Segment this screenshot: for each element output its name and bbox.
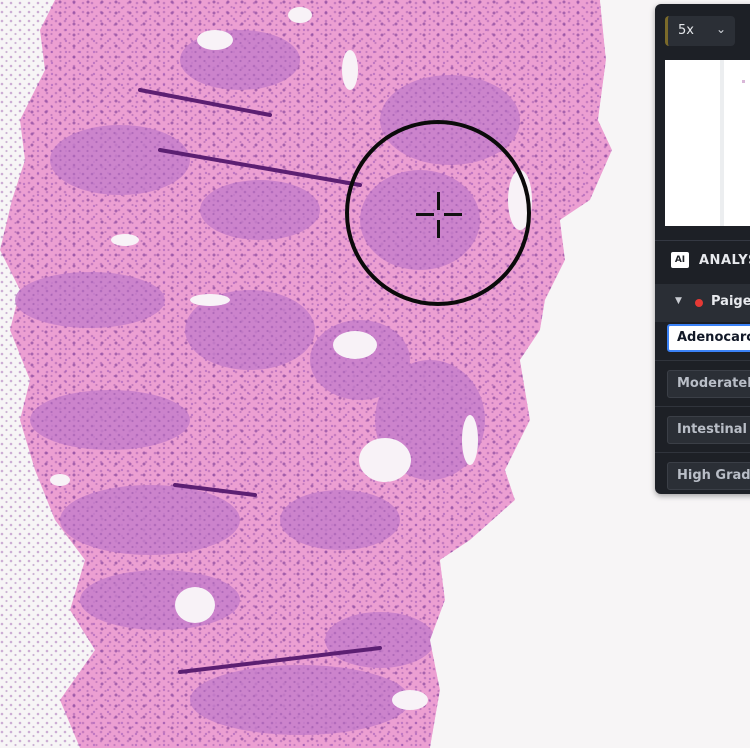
analysis-title: ANALYSIS xyxy=(699,253,750,268)
divider xyxy=(655,360,750,361)
zoom-control: 5x ⌄ xyxy=(665,14,750,50)
result-moderately-differentiated[interactable]: Moderately Differentiated xyxy=(667,370,750,398)
tissue-image xyxy=(0,0,750,748)
caret-down-icon[interactable]: ▼ xyxy=(675,296,682,306)
result-label: Adenocarcinoma xyxy=(677,330,750,345)
thumbnail-divider xyxy=(720,60,724,226)
crosshair-icon xyxy=(416,192,462,238)
result-label: Intestinal Type xyxy=(677,422,750,437)
result-intestinal-type[interactable]: Intestinal Type xyxy=(667,416,750,444)
result-label: Moderately Differentiated xyxy=(677,376,750,391)
zoom-value: 5x xyxy=(678,23,694,38)
analysis-panel: 5x ⌄ AI ANALYSIS ▼ Paige Adenocarcinoma … xyxy=(655,4,750,494)
slide-thumbnail[interactable] xyxy=(665,60,750,226)
analysis-header: AI ANALYSIS xyxy=(655,240,750,286)
zoom-select[interactable]: 5x ⌄ xyxy=(665,16,735,46)
thumbnail-marker xyxy=(742,80,745,83)
result-high-grade-dysplasia[interactable]: High Grade Dysplasia xyxy=(667,462,750,490)
divider xyxy=(655,406,750,407)
slide-viewer[interactable] xyxy=(0,0,750,748)
model-row-paige[interactable]: ▼ Paige xyxy=(655,284,750,322)
ai-icon: AI xyxy=(671,252,689,268)
model-name: Paige xyxy=(711,294,750,309)
result-adenocarcinoma[interactable]: Adenocarcinoma xyxy=(667,324,750,352)
result-label: High Grade Dysplasia xyxy=(677,468,750,483)
divider xyxy=(655,452,750,453)
status-dot-icon xyxy=(695,299,703,307)
chevron-down-icon: ⌄ xyxy=(716,22,727,36)
